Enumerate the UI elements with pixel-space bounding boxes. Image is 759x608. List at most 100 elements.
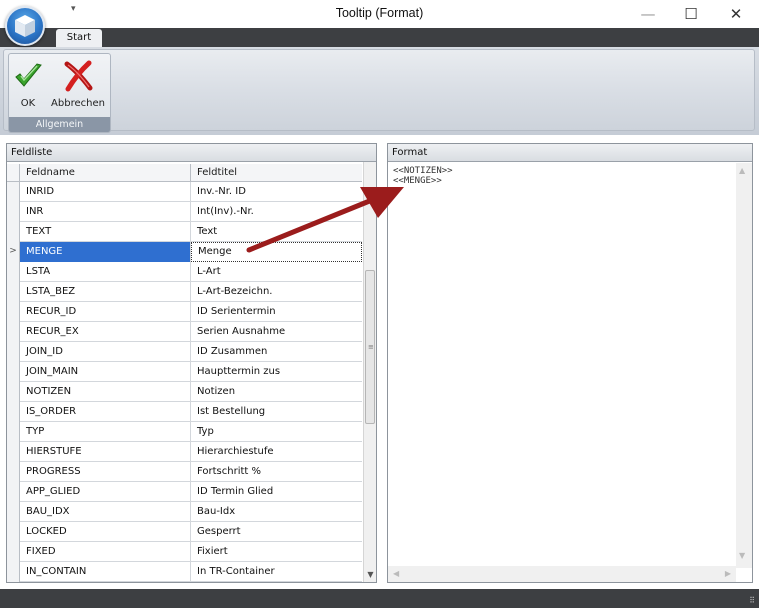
cell-feldtitel[interactable]: Typ	[191, 422, 362, 442]
table-row[interactable]: APP_GLIED ID Termin Glied	[7, 482, 362, 502]
grid-scroll-thumb[interactable]: ≡	[365, 270, 375, 424]
cell-feldname[interactable]: APP_GLIED	[20, 482, 191, 502]
table-row[interactable]: RECUR_ID ID Serientermin	[7, 302, 362, 322]
row-selector[interactable]	[7, 542, 20, 562]
cell-feldname[interactable]: JOIN_ID	[20, 342, 191, 362]
row-selector[interactable]	[7, 482, 20, 502]
table-row[interactable]: LSTA_BEZ L-Art-Bezeichn.	[7, 282, 362, 302]
cell-feldname[interactable]: TYP	[20, 422, 191, 442]
row-selector[interactable]	[7, 282, 20, 302]
row-selector[interactable]	[7, 202, 20, 222]
row-selector[interactable]	[7, 322, 20, 342]
table-row[interactable]: IS_ORDER Ist Bestellung	[7, 402, 362, 422]
row-selector[interactable]	[7, 222, 20, 242]
cell-feldname[interactable]: TEXT	[20, 222, 191, 242]
cell-feldname[interactable]: LSTA_BEZ	[20, 282, 191, 302]
table-row[interactable]: PROGRESS Fortschritt %	[7, 462, 362, 482]
row-selector[interactable]	[7, 462, 20, 482]
table-row[interactable]: TYP Typ	[7, 422, 362, 442]
cell-feldtitel[interactable]: Notizen	[191, 382, 362, 402]
cell-feldname[interactable]: JOIN_MAIN	[20, 362, 191, 382]
table-row[interactable]: HIERSTUFE Hierarchiestufe	[7, 442, 362, 462]
table-row[interactable]: > MENGE Menge	[7, 242, 362, 262]
table-row[interactable]: NOTIZEN Notizen	[7, 382, 362, 402]
table-row[interactable]: INRID Inv.-Nr. ID	[7, 182, 362, 202]
cell-feldtitel[interactable]: Menge	[191, 242, 362, 262]
row-selector[interactable]	[7, 362, 20, 382]
cell-feldname[interactable]: RECUR_ID	[20, 302, 191, 322]
table-row[interactable]: INR Int(Inv).-Nr.	[7, 202, 362, 222]
cell-feldtitel[interactable]: L-Art-Bezeichn.	[191, 282, 362, 302]
row-selector[interactable]	[7, 262, 20, 282]
minimize-button[interactable]: —	[625, 0, 671, 28]
cell-feldtitel[interactable]: Inv.-Nr. ID	[191, 182, 362, 202]
row-selector[interactable]	[7, 562, 20, 582]
format-scroll-right-arrow[interactable]: ▶	[725, 569, 731, 578]
format-horizontal-scrollbar[interactable]: ◀ ▶	[388, 566, 736, 582]
table-row[interactable]: IN_CONTAIN In TR-Container	[7, 562, 362, 582]
maximize-button[interactable]: ☐	[668, 0, 714, 28]
table-row[interactable]: TEXT Text	[7, 222, 362, 242]
cell-feldname[interactable]: HIERSTUFE	[20, 442, 191, 462]
cancel-button[interactable]: Abbrechen	[45, 56, 111, 112]
cell-feldname[interactable]: LOCKED	[20, 522, 191, 542]
format-editor[interactable]: <<NOTIZEN>> <<MENGE>>	[390, 164, 735, 564]
row-selector[interactable]	[7, 502, 20, 522]
cell-feldtitel[interactable]: Int(Inv).-Nr.	[191, 202, 362, 222]
cell-feldtitel[interactable]: In TR-Container	[191, 562, 362, 582]
cell-feldname[interactable]: IS_ORDER	[20, 402, 191, 422]
app-menu-button[interactable]	[5, 6, 45, 46]
cell-feldtitel[interactable]: Fixiert	[191, 542, 362, 562]
cell-feldtitel[interactable]: Haupttermin zus	[191, 362, 362, 382]
close-button[interactable]: ✕	[713, 0, 759, 28]
row-selector[interactable]	[7, 442, 20, 462]
format-scroll-left-arrow[interactable]: ◀	[393, 569, 399, 578]
table-row[interactable]: JOIN_ID ID Zusammen	[7, 342, 362, 362]
cell-feldname[interactable]: NOTIZEN	[20, 382, 191, 402]
row-selector[interactable]	[7, 302, 20, 322]
cell-feldname[interactable]: PROGRESS	[20, 462, 191, 482]
table-row[interactable]: RECUR_EX Serien Ausnahme	[7, 322, 362, 342]
cell-feldtitel[interactable]: Text	[191, 222, 362, 242]
format-vertical-scrollbar[interactable]: ▲ ▼	[736, 163, 752, 568]
cell-feldtitel[interactable]: Hierarchiestufe	[191, 442, 362, 462]
cell-feldtitel[interactable]: ID Serientermin	[191, 302, 362, 322]
cell-feldname[interactable]: RECUR_EX	[20, 322, 191, 342]
cell-feldname[interactable]: BAU_IDX	[20, 502, 191, 522]
row-selector[interactable]	[7, 382, 20, 402]
table-row[interactable]: BAU_IDX Bau-Idx	[7, 502, 362, 522]
format-scroll-up-arrow[interactable]: ▲	[739, 166, 745, 175]
resize-grip-icon[interactable]: ⠿	[749, 596, 755, 605]
tab-start[interactable]: Start	[56, 29, 102, 47]
cell-feldtitel[interactable]: Bau-Idx	[191, 502, 362, 522]
table-row[interactable]: LOCKED Gesperrt	[7, 522, 362, 542]
row-selector[interactable]	[7, 422, 20, 442]
cell-feldname[interactable]: LSTA	[20, 262, 191, 282]
table-row[interactable]: FIXED Fixiert	[7, 542, 362, 562]
cell-feldname[interactable]: INR	[20, 202, 191, 222]
cell-feldname[interactable]: FIXED	[20, 542, 191, 562]
table-row[interactable]: LSTA L-Art	[7, 262, 362, 282]
grid-scroll-down-arrow[interactable]: ▼	[365, 570, 376, 580]
cell-feldtitel[interactable]: Ist Bestellung	[191, 402, 362, 422]
cell-feldname[interactable]: MENGE	[20, 242, 191, 262]
cell-feldname[interactable]: INRID	[20, 182, 191, 202]
row-selector[interactable]: >	[7, 242, 20, 262]
cell-feldtitel[interactable]: L-Art	[191, 262, 362, 282]
cell-feldtitel[interactable]: Serien Ausnahme	[191, 322, 362, 342]
row-selector[interactable]	[7, 402, 20, 422]
cell-feldname[interactable]: IN_CONTAIN	[20, 562, 191, 582]
row-selector[interactable]	[7, 342, 20, 362]
ok-button[interactable]: OK	[11, 56, 45, 112]
table-row[interactable]: JOIN_MAIN Haupttermin zus	[7, 362, 362, 382]
cell-feldtitel[interactable]: Fortschritt %	[191, 462, 362, 482]
cell-feldtitel[interactable]: ID Termin Glied	[191, 482, 362, 502]
column-header-feldtitel[interactable]: Feldtitel	[191, 164, 362, 182]
row-selector[interactable]	[7, 522, 20, 542]
grid-vertical-scrollbar[interactable]: ≡ ▼	[363, 162, 376, 582]
format-scroll-down-arrow[interactable]: ▼	[739, 551, 745, 560]
cell-feldtitel[interactable]: Gesperrt	[191, 522, 362, 542]
cell-feldtitel[interactable]: ID Zusammen	[191, 342, 362, 362]
column-header-feldname[interactable]: Feldname	[20, 164, 191, 182]
row-selector[interactable]	[7, 182, 20, 202]
